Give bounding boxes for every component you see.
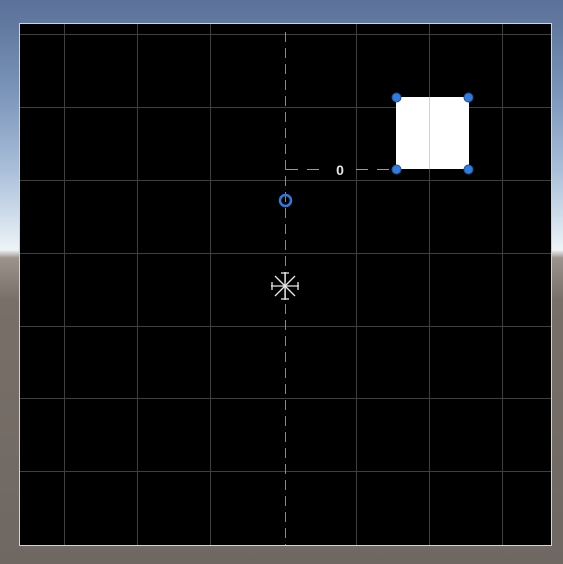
scene-overlay: 0: [20, 24, 551, 545]
light-gizmo-icon[interactable]: [271, 272, 299, 300]
scene-viewport[interactable]: 0: [0, 0, 563, 564]
corner-handle-top-left[interactable]: [391, 92, 402, 103]
offset-label: 0: [336, 162, 344, 178]
corner-handle-top-right[interactable]: [463, 92, 474, 103]
corner-handle-bottom-right[interactable]: [463, 164, 474, 175]
sprite-square[interactable]: [396, 97, 469, 169]
corner-handle-bottom-left[interactable]: [391, 164, 402, 175]
